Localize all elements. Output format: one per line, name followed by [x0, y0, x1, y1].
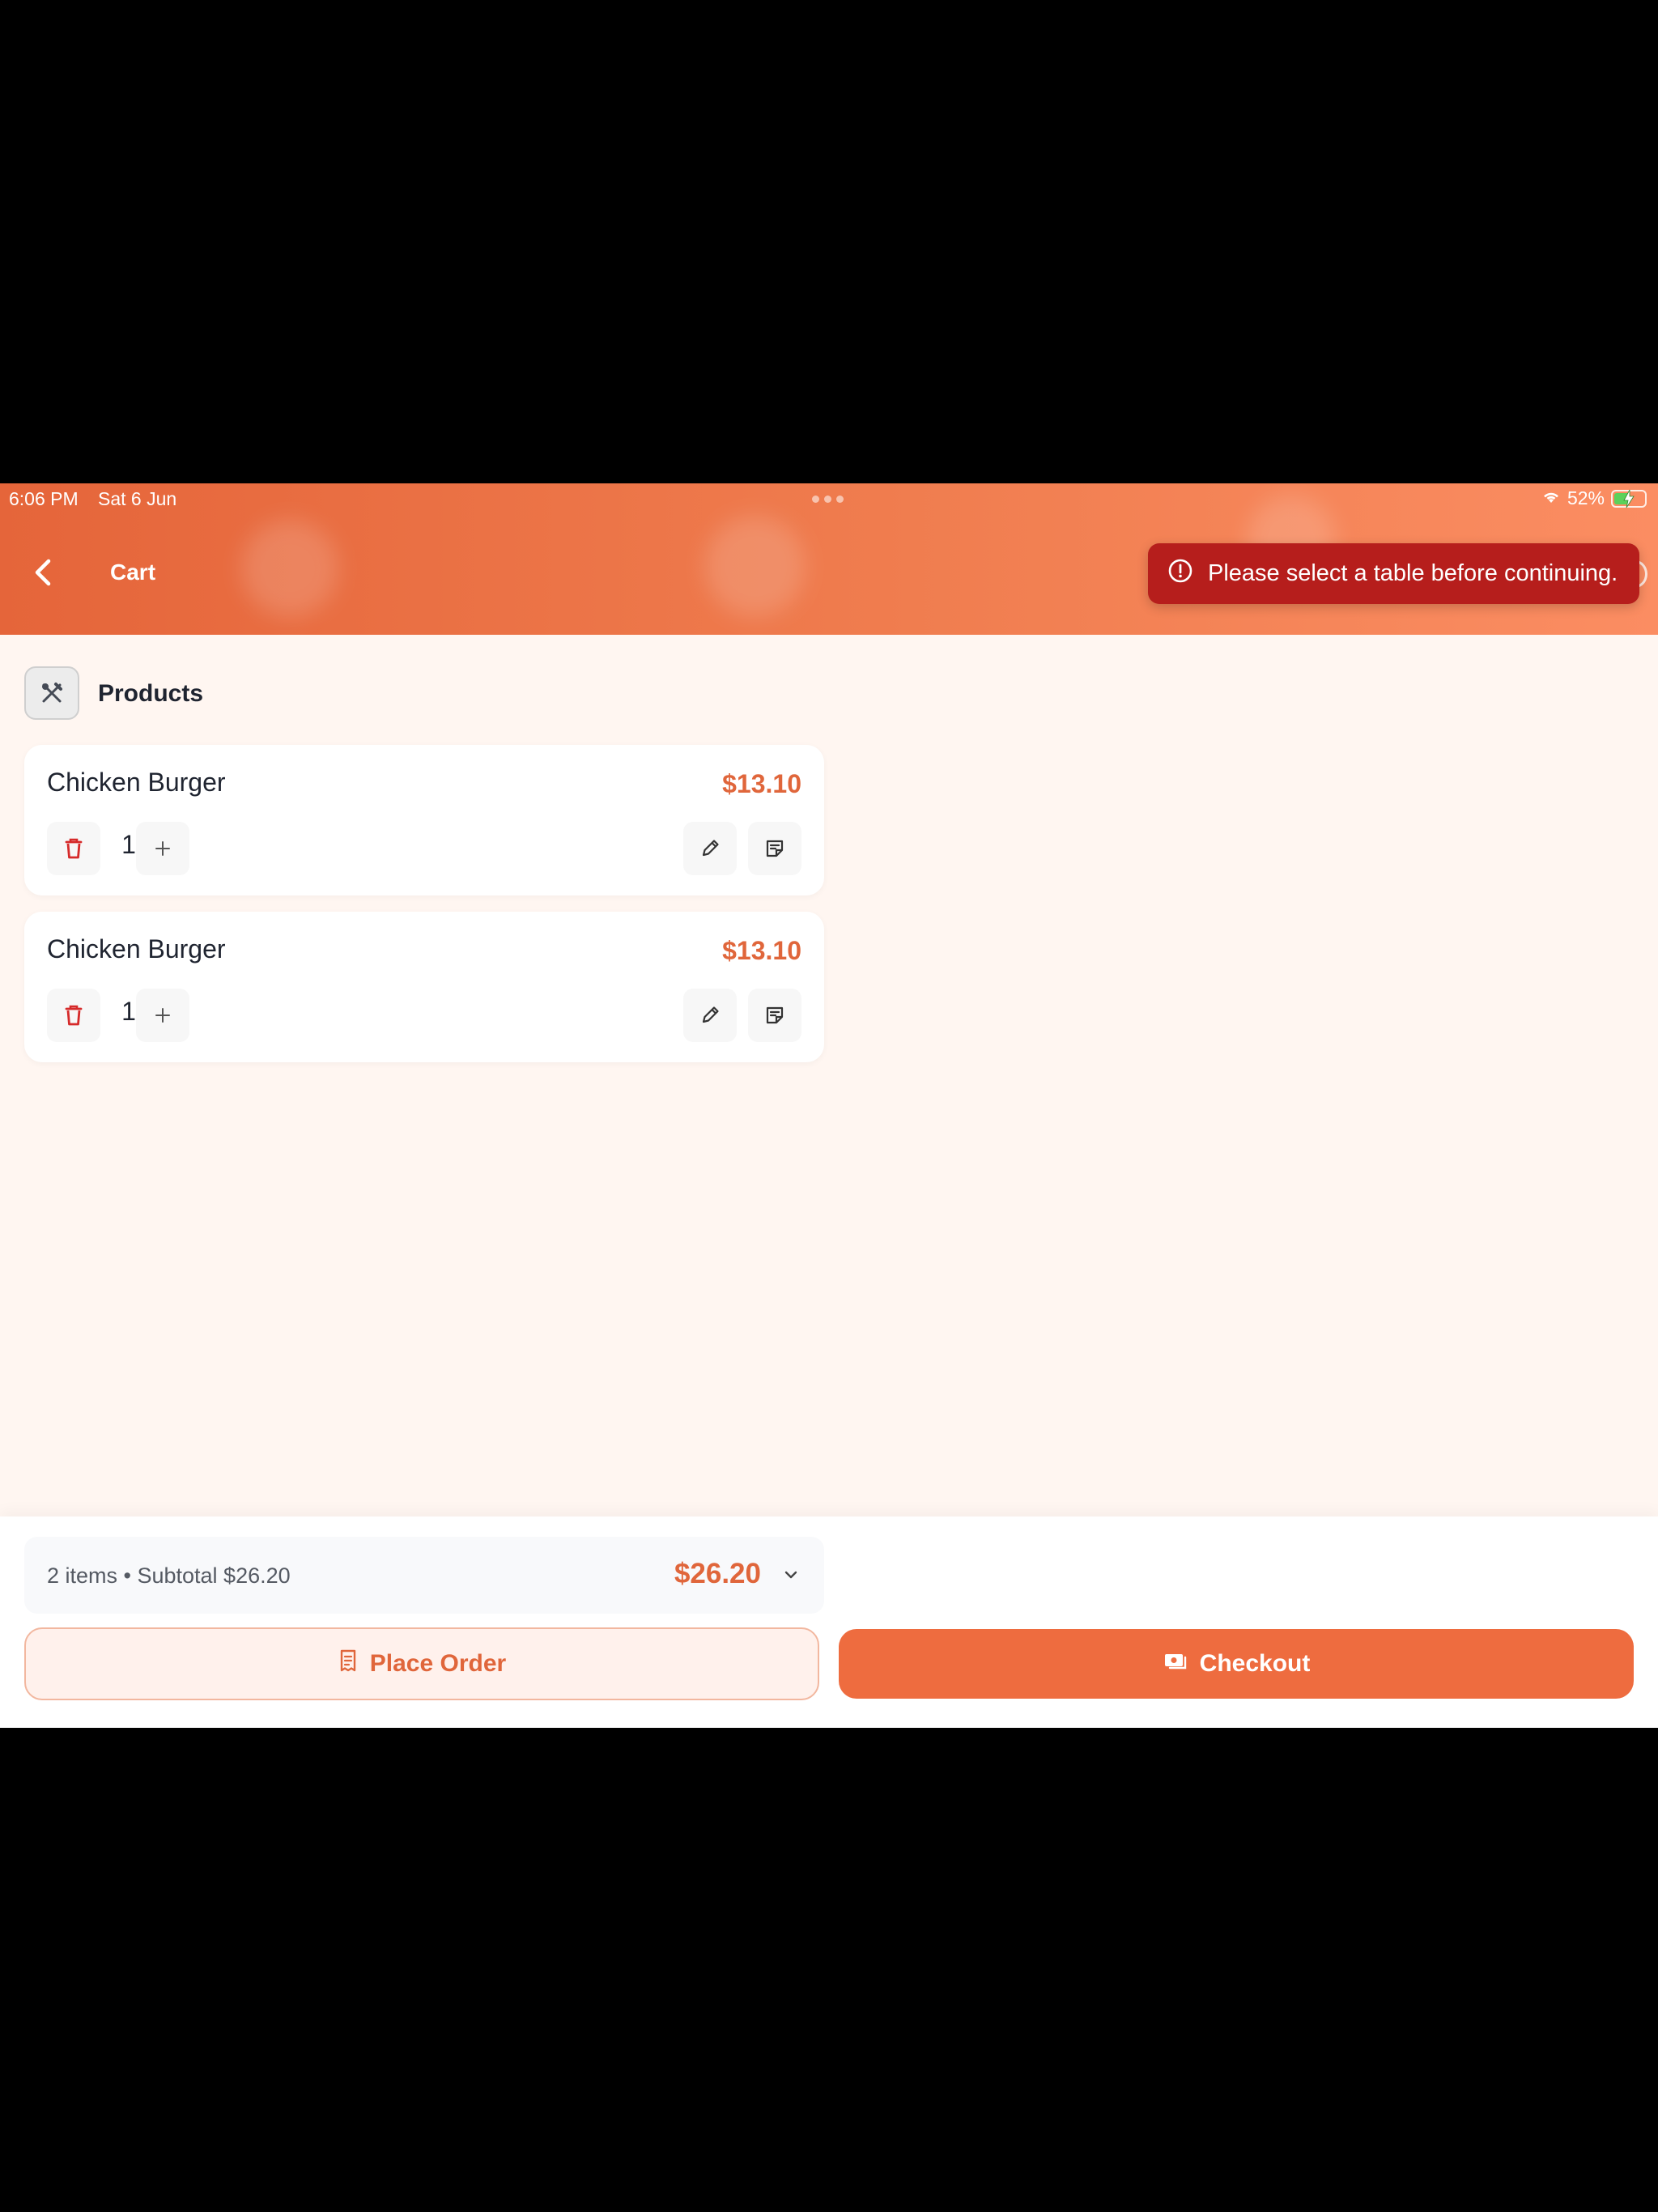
wifi-icon [1541, 487, 1561, 509]
app-screen: 6:06 PM Sat 6 Jun 52% Cart Products Chic… [0, 483, 1658, 1728]
receipt-icon [338, 1648, 359, 1679]
battery-icon [1611, 489, 1647, 508]
cash-icon [1163, 1650, 1188, 1678]
status-date: Sat 6 Jun [98, 488, 177, 509]
alert-circle-icon [1167, 558, 1193, 590]
place-order-button[interactable]: Place Order [24, 1627, 819, 1700]
plus-icon[interactable] [136, 989, 189, 1042]
cart-item-card: Chicken Burger $13.10 1 [24, 745, 824, 895]
pencil-icon[interactable] [683, 822, 737, 875]
checkout-panel: 2 items • Subtotal $26.20 $26.20 Place O… [0, 1516, 1658, 1728]
summary-total: $26.20 [674, 1558, 761, 1589]
cart-item-price: $13.10 [722, 769, 801, 798]
cart-item-name: Chicken Burger [47, 768, 226, 797]
utensils-icon [24, 666, 79, 720]
status-bar: 6:06 PM Sat 6 Jun 52% [0, 483, 1658, 516]
trash-icon[interactable] [47, 822, 100, 875]
multitasking-dots-icon[interactable] [812, 496, 844, 503]
checkout-button[interactable]: Checkout [839, 1629, 1634, 1699]
note-icon[interactable] [748, 989, 801, 1042]
toast-message: Please select a table before continuing. [1208, 560, 1618, 586]
pencil-icon[interactable] [683, 989, 737, 1042]
checkout-label: Checkout [1199, 1650, 1311, 1677]
summary-text: 2 items • Subtotal $26.20 [47, 1563, 291, 1588]
status-indicators: 52% [1541, 487, 1647, 509]
cart-item-card: Chicken Burger $13.10 1 [24, 912, 824, 1062]
note-icon[interactable] [748, 822, 801, 875]
trash-icon[interactable] [47, 989, 100, 1042]
battery-percent: 52% [1567, 487, 1605, 508]
cart-item-price: $13.10 [722, 936, 801, 965]
cart-item-name: Chicken Burger [47, 934, 226, 963]
order-summary-toggle[interactable]: 2 items • Subtotal $26.20 $26.20 [24, 1537, 824, 1614]
back-chevron-icon[interactable] [29, 558, 58, 587]
chevron-down-icon [782, 1566, 800, 1588]
place-order-label: Place Order [369, 1650, 507, 1677]
status-time: 6:06 PM [9, 488, 79, 509]
page-title: Cart [110, 559, 156, 585]
section-title: Products [98, 680, 204, 707]
error-toast: Please select a table before continuing. [1148, 543, 1639, 604]
plus-icon[interactable] [136, 822, 189, 875]
